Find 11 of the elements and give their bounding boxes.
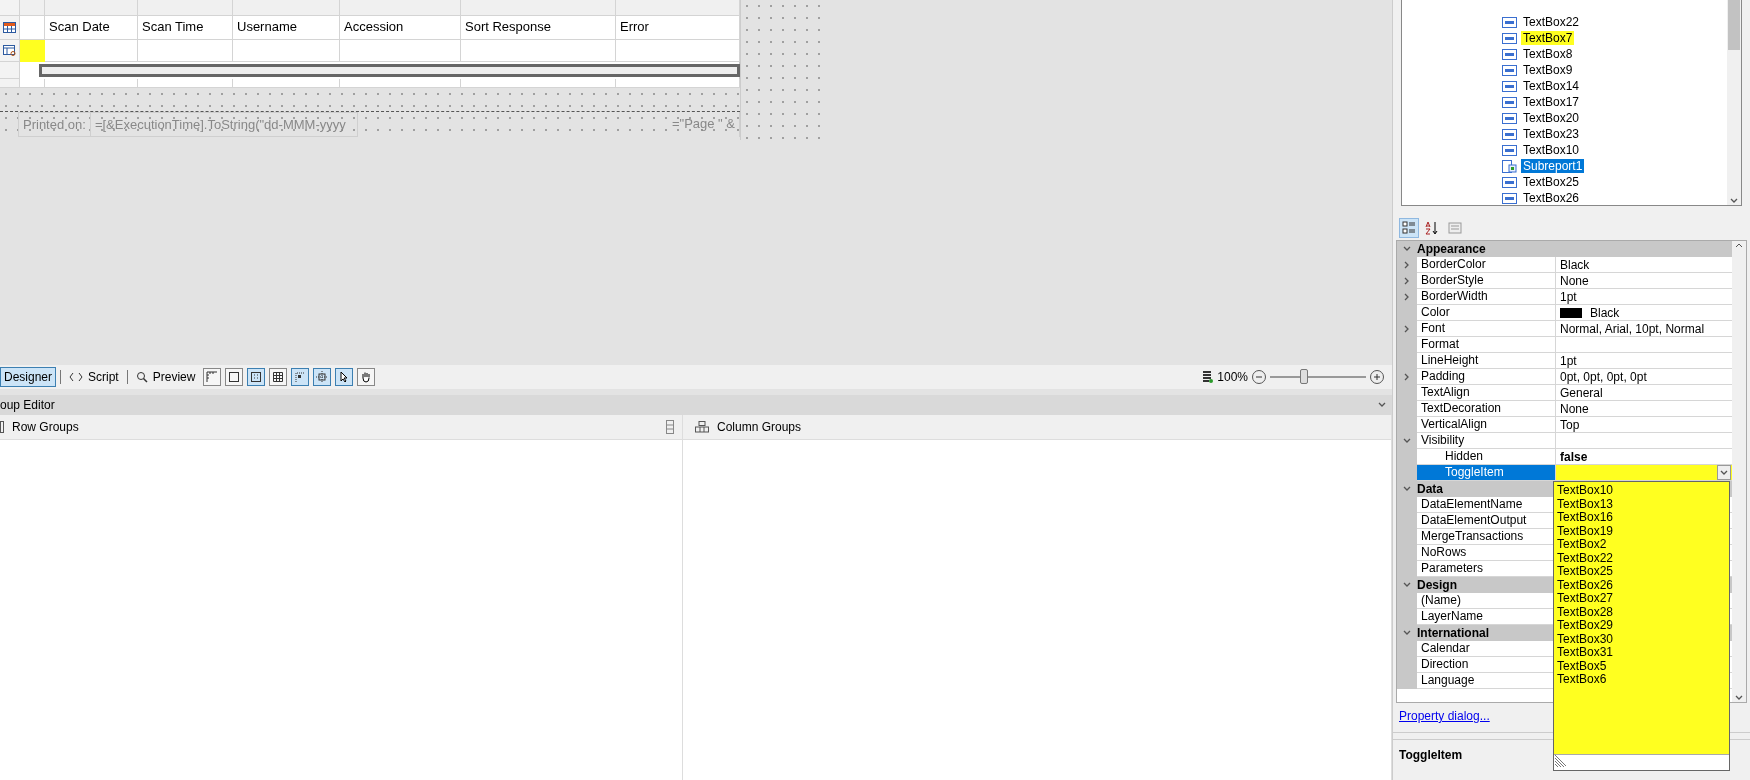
date-expression: =[&ExecutionTime].ToString("dd-MMM-yyyy [89, 112, 358, 137]
zoom-percentage: 100% [1217, 370, 1248, 384]
group-editor-title: oup Editor [0, 398, 55, 412]
column-groups-label: Column Groups [717, 420, 802, 434]
category-label: Appearance [1417, 242, 1486, 256]
category-label: International [1417, 626, 1489, 640]
category-label: Design [1417, 578, 1457, 592]
description-title: ToggleItem [1399, 748, 1463, 762]
category-label: Data [1417, 482, 1443, 496]
row-groups-label: Row Groups [12, 420, 79, 434]
printed-on-label: Printed on: [18, 112, 90, 137]
